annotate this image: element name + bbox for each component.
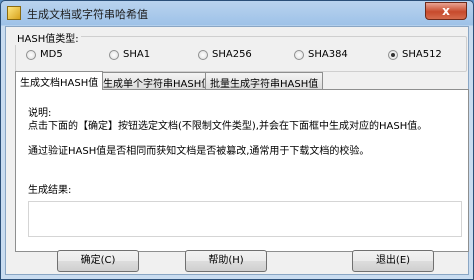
title-bar[interactable]: 生成文档或字符串哈希值 x bbox=[1, 1, 473, 25]
radio-sha384-circle[interactable] bbox=[294, 49, 304, 60]
tab-panel: 说明: 点击下面的【确定】按钮选定文档(不限制文件类型),并会在下面框中生成对应… bbox=[15, 89, 469, 252]
radio-sha256-label: SHA256 bbox=[212, 49, 252, 60]
app-icon bbox=[7, 6, 21, 20]
ok-button[interactable]: 确定(C) bbox=[57, 250, 139, 272]
dialog-client-area: HASH值类型: MD5 SHA1 SHA256 SHA384 SHA512 生… bbox=[5, 26, 469, 275]
description-line-2: 通过验证HASH值是否相同而获知文档是否被篡改,通常用于下载文档的校验。 bbox=[28, 146, 370, 157]
radio-sha512-circle[interactable] bbox=[388, 49, 398, 60]
result-output[interactable] bbox=[28, 201, 462, 237]
close-button[interactable]: x bbox=[425, 2, 467, 20]
radio-sha1-circle[interactable] bbox=[109, 49, 119, 60]
radio-md5[interactable]: MD5 bbox=[26, 49, 63, 60]
tab-file-hash[interactable]: 生成文档HASH值 bbox=[15, 71, 104, 90]
radio-sha256-circle[interactable] bbox=[198, 49, 208, 60]
radio-sha512-label: SHA512 bbox=[402, 49, 442, 60]
radio-sha384-label: SHA384 bbox=[308, 49, 348, 60]
tab-batch-string-hash[interactable]: 批量生成字符串HASH值 bbox=[205, 72, 324, 90]
main-window: 生成文档或字符串哈希值 x HASH值类型: MD5 SHA1 SHA256 S… bbox=[0, 0, 474, 280]
hash-type-label: HASH值类型: bbox=[15, 30, 81, 45]
radio-md5-label: MD5 bbox=[40, 49, 63, 60]
radio-sha512[interactable]: SHA512 bbox=[388, 49, 442, 60]
exit-button[interactable]: 退出(E) bbox=[352, 250, 434, 272]
description-line-1: 点击下面的【确定】按钮选定文档(不限制文件类型),并会在下面框中生成对应的HAS… bbox=[28, 121, 428, 132]
radio-md5-circle[interactable] bbox=[26, 49, 36, 60]
radio-sha1[interactable]: SHA1 bbox=[109, 49, 150, 60]
result-label: 生成结果: bbox=[28, 185, 72, 196]
help-button[interactable]: 帮助(H) bbox=[185, 250, 267, 272]
window-title: 生成文档或字符串哈希值 bbox=[27, 8, 148, 21]
radio-sha256[interactable]: SHA256 bbox=[198, 49, 252, 60]
radio-sha1-label: SHA1 bbox=[123, 49, 151, 60]
radio-sha384[interactable]: SHA384 bbox=[294, 49, 348, 60]
tab-single-string-hash[interactable]: 生成单个字符串HASH值 bbox=[98, 72, 217, 90]
